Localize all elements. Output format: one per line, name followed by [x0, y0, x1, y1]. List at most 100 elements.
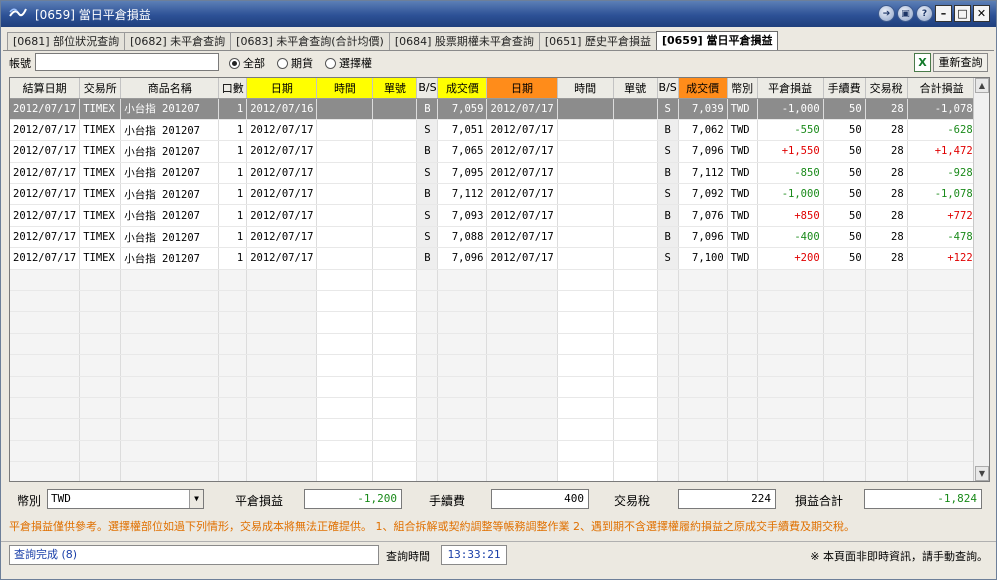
- column-header[interactable]: 平倉損益: [757, 78, 824, 99]
- table-cell: [613, 98, 658, 120]
- table-cell: 50: [823, 119, 866, 142]
- vertical-scrollbar[interactable]: ▲ ▼: [973, 78, 989, 481]
- column-header[interactable]: B/S: [416, 78, 439, 99]
- empty-cell: [613, 376, 658, 398]
- account-input[interactable]: [35, 53, 219, 71]
- requery-button[interactable]: 重新查詢: [933, 53, 988, 72]
- radio-options-dot[interactable]: [325, 57, 336, 69]
- empty-cell: [316, 354, 374, 377]
- help-icon[interactable]: ?: [916, 5, 933, 22]
- table-row[interactable]: 2012/07/17 TIMEX 小台指 201207 1 2012/07/17 B 7,1…: [10, 183, 977, 206]
- empty-cell: [10, 269, 81, 292]
- table-cell: [557, 204, 614, 227]
- minimize-icon[interactable]: –: [935, 5, 952, 22]
- chevron-down-icon[interactable]: ▼: [189, 490, 203, 508]
- table-cell: 2012/07/17: [10, 119, 81, 142]
- tab-0682[interactable]: [0682] 未平倉查詢: [124, 32, 232, 51]
- empty-cell: [907, 354, 977, 377]
- title-bar[interactable]: [0659] 當日平倉損益 ➔ ▣ ? – □ ✕: [1, 1, 996, 27]
- column-header[interactable]: 時間: [316, 78, 374, 99]
- print-icon[interactable]: ▣: [897, 5, 914, 22]
- empty-cell: [416, 354, 439, 377]
- empty-cell: [218, 418, 248, 441]
- column-header[interactable]: 成交價: [437, 78, 488, 99]
- table-cell: 小台指 201207: [120, 247, 220, 270]
- empty-cell: [865, 461, 908, 481]
- empty-cell: [437, 397, 488, 420]
- empty-cell: [416, 290, 439, 313]
- empty-cell: [727, 418, 758, 441]
- empty-cell: [907, 376, 977, 398]
- tab-0681[interactable]: [0681] 部位狀況查詢: [7, 32, 126, 51]
- close-icon[interactable]: ✕: [973, 5, 990, 22]
- scroll-down-icon[interactable]: ▼: [975, 466, 989, 481]
- scroll-up-icon[interactable]: ▲: [975, 78, 989, 93]
- empty-cell: [486, 376, 558, 398]
- radio-all-dot[interactable]: [229, 57, 240, 69]
- empty-cell: [10, 376, 81, 398]
- table-cell: [316, 162, 374, 185]
- column-header[interactable]: 單號: [372, 78, 418, 99]
- empty-cell: [218, 397, 248, 420]
- column-header[interactable]: 日期: [246, 78, 318, 99]
- empty-cell: [557, 461, 614, 481]
- empty-cell: [757, 440, 824, 463]
- pin-icon[interactable]: ➔: [878, 5, 895, 22]
- table-cell: B: [416, 140, 439, 163]
- empty-cell: [486, 333, 558, 356]
- empty-cell: [757, 290, 824, 313]
- column-header[interactable]: 單號: [613, 78, 658, 99]
- column-header[interactable]: 時間: [557, 78, 614, 99]
- empty-cell: [657, 418, 679, 441]
- empty-cell: [372, 397, 418, 420]
- table-cell: S: [416, 119, 439, 142]
- column-header[interactable]: 口數: [218, 78, 248, 99]
- radio-options-label: 選擇權: [339, 57, 372, 70]
- table-cell: TIMEX: [79, 98, 122, 120]
- table-cell: TWD: [727, 140, 758, 163]
- column-header[interactable]: 交易稅: [865, 78, 908, 99]
- tab-0651[interactable]: [0651] 歷史平倉損益: [538, 32, 657, 51]
- currency-select[interactable]: TWD ▼: [47, 489, 204, 509]
- column-header[interactable]: B/S: [657, 78, 679, 99]
- radio-futures[interactable]: 期貨: [277, 55, 313, 71]
- column-header[interactable]: 手續費: [823, 78, 866, 99]
- excel-export-icon[interactable]: X: [914, 53, 931, 72]
- table-cell: 7,100: [678, 247, 728, 270]
- empty-cell: [657, 269, 679, 292]
- table-row[interactable]: 2012/07/17 TIMEX 小台指 201207 1 2012/07/17 B 7,0…: [10, 247, 977, 270]
- radio-futures-dot[interactable]: [277, 57, 288, 69]
- tab-0683[interactable]: [0683] 未平倉查詢(合計均價): [230, 32, 390, 51]
- column-header[interactable]: 成交價: [678, 78, 728, 99]
- column-header[interactable]: 幣別: [727, 78, 758, 99]
- table-row[interactable]: 2012/07/17 TIMEX 小台指 201207 1 2012/07/17 S 7,0…: [10, 119, 977, 142]
- tab-0659[interactable]: [0659] 當日平倉損益: [655, 31, 779, 51]
- table-cell: TWD: [727, 162, 758, 185]
- table-cell: S: [657, 183, 679, 206]
- empty-cell: [120, 354, 220, 377]
- empty-cell: [727, 290, 758, 313]
- column-header[interactable]: 結算日期: [10, 78, 81, 99]
- table-cell: [372, 162, 418, 185]
- column-header[interactable]: 商品名稱: [120, 78, 220, 99]
- empty-cell: [416, 461, 439, 481]
- maximize-icon[interactable]: □: [954, 5, 971, 22]
- empty-cell: [907, 461, 977, 481]
- radio-options[interactable]: 選擇權: [325, 55, 372, 71]
- column-header[interactable]: 日期: [486, 78, 558, 99]
- query-time-value: 13:33:21: [441, 545, 507, 565]
- tab-0684[interactable]: [0684] 股票期權未平倉查詢: [388, 32, 540, 51]
- table-row[interactable]: 2012/07/17 TIMEX 小台指 201207 1 2012/07/17 S 7,0…: [10, 226, 977, 249]
- table-row[interactable]: 2012/07/17 TIMEX 小台指 201207 1 2012/07/17 S 7,0…: [10, 162, 977, 185]
- table-cell: 2012/07/17: [10, 226, 81, 249]
- table-row[interactable]: 2012/07/17 TIMEX 小台指 201207 1 2012/07/17 B 7,0…: [10, 140, 977, 163]
- table-row[interactable]: 2012/07/17 TIMEX 小台指 201207 1 2012/07/16 B 7,0…: [10, 98, 977, 120]
- column-header[interactable]: 交易所: [79, 78, 122, 99]
- column-header[interactable]: 合計損益: [907, 78, 977, 99]
- empty-cell: [823, 290, 866, 313]
- table-cell: TIMEX: [79, 247, 122, 270]
- table-row[interactable]: 2012/07/17 TIMEX 小台指 201207 1 2012/07/17 S 7,0…: [10, 204, 977, 227]
- table-cell: B: [657, 204, 679, 227]
- table-cell: +200: [757, 247, 824, 270]
- radio-all[interactable]: 全部: [229, 55, 265, 71]
